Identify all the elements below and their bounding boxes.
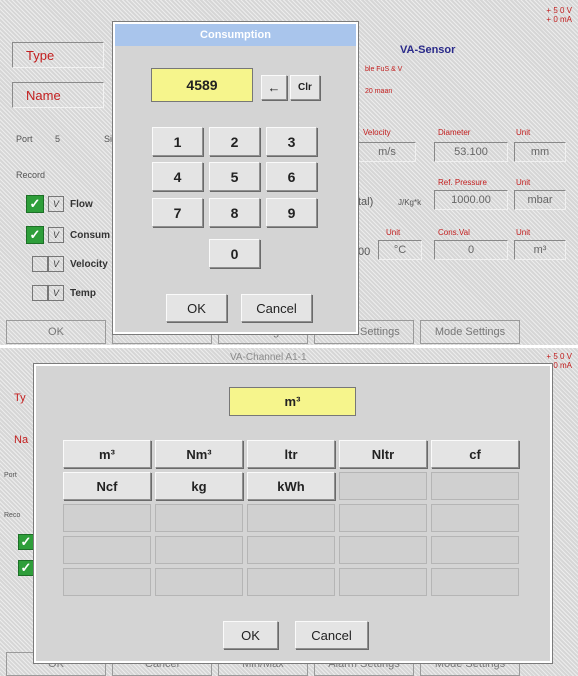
empty-unit-cell bbox=[63, 504, 151, 532]
ref-pressure-header: Ref. Pressure bbox=[438, 178, 487, 187]
ratio-unit: J/Kg*k bbox=[398, 198, 422, 207]
unit-header-4: Unit bbox=[516, 228, 531, 237]
empty-unit-cell bbox=[155, 568, 243, 596]
flow-label: Flow bbox=[70, 199, 93, 210]
key-0[interactable]: 0 bbox=[209, 239, 260, 268]
empty-unit-cell bbox=[431, 472, 519, 500]
port-label: Port bbox=[16, 134, 33, 144]
velocity-value-icon: V bbox=[48, 256, 64, 272]
port-extra: Si bbox=[104, 134, 113, 144]
empty-unit-cell bbox=[339, 504, 427, 532]
type-label-2: Ty bbox=[14, 392, 26, 404]
temp-value: 00 bbox=[358, 246, 371, 258]
type-sub: ble FuS & V bbox=[365, 66, 403, 73]
empty-unit-cell bbox=[63, 568, 151, 596]
key-5[interactable]: 5 bbox=[209, 162, 260, 191]
empty-unit-cell bbox=[431, 504, 519, 532]
unit-ltr-button[interactable]: ltr bbox=[247, 440, 335, 468]
unit-kwh-button[interactable]: kWh bbox=[247, 472, 335, 500]
temp-unit-field[interactable]: °C bbox=[378, 240, 422, 260]
diameter-unit-field[interactable]: mm bbox=[514, 142, 566, 162]
counter-field[interactable]: 0 bbox=[434, 240, 508, 260]
sensor-title: VA-Sensor bbox=[400, 44, 456, 56]
port-label-2: Port bbox=[4, 472, 17, 479]
velocity-unit-field[interactable]: m/s bbox=[358, 142, 416, 162]
empty-unit-cell bbox=[431, 536, 519, 564]
empty-unit-cell bbox=[247, 536, 335, 564]
unit-header-3: Unit bbox=[386, 228, 401, 237]
record-label-2: Reco bbox=[4, 512, 21, 519]
empty-unit-cell bbox=[247, 568, 335, 596]
cancel-button[interactable]: Cancel bbox=[241, 294, 312, 322]
consumption-checkbox[interactable]: ✓ bbox=[26, 226, 44, 244]
key-4[interactable]: 4 bbox=[152, 162, 203, 191]
temp-value-icon: V bbox=[48, 285, 64, 301]
key-1[interactable]: 1 bbox=[152, 127, 203, 156]
channel-settings-screen: VA-Channel A1-1 + 5 0 V + 0 mA Ty Na Port… bbox=[0, 348, 578, 676]
bg-ok-button[interactable]: OK bbox=[6, 320, 106, 344]
unit-nltr-button[interactable]: Nltr bbox=[339, 440, 427, 468]
port-value: 5 bbox=[55, 134, 61, 144]
name-label: Name bbox=[26, 88, 61, 103]
unit-header-2: Unit bbox=[516, 178, 531, 187]
temp-checkbox[interactable] bbox=[32, 285, 48, 301]
unit-nm3-button[interactable]: Nm³ bbox=[155, 440, 243, 468]
key-2[interactable]: 2 bbox=[209, 127, 260, 156]
pressure-unit-field[interactable]: mbar bbox=[514, 190, 566, 210]
velocity-label: Velocity bbox=[70, 259, 108, 270]
empty-unit-cell bbox=[339, 568, 427, 596]
temp-label: Temp bbox=[70, 288, 96, 299]
unit-cf-button[interactable]: cf bbox=[431, 440, 519, 468]
selected-unit-display: m³ bbox=[229, 387, 356, 416]
dialog-title: Consumption bbox=[115, 24, 356, 46]
flow-checkbox[interactable]: ✓ bbox=[26, 195, 44, 213]
key-6[interactable]: 6 bbox=[266, 162, 317, 191]
counter-header: Cons.Val bbox=[438, 228, 470, 237]
unit-select-dialog: m³ m³ Nm³ ltr Nltr cf Ncf kg kWh OK Canc… bbox=[33, 363, 553, 664]
unit-ncf-button[interactable]: Ncf bbox=[63, 472, 151, 500]
backspace-button[interactable]: ← bbox=[261, 75, 287, 100]
empty-unit-cell bbox=[431, 568, 519, 596]
sensor-settings-screen: VA-Sensor + 5 0 V + 0 mA Type ble FuS & V… bbox=[0, 0, 578, 345]
key-8[interactable]: 8 bbox=[209, 198, 260, 227]
empty-unit-cell bbox=[339, 472, 427, 500]
backspace-icon: ← bbox=[267, 80, 281, 95]
empty-unit-cell bbox=[155, 504, 243, 532]
bg-mode-settings-button[interactable]: Mode Settings bbox=[420, 320, 520, 344]
empty-unit-cell bbox=[63, 536, 151, 564]
consumption-label: Consum bbox=[70, 230, 110, 241]
key-7[interactable]: 7 bbox=[152, 198, 203, 227]
empty-unit-cell bbox=[247, 504, 335, 532]
record-label: Record bbox=[16, 170, 46, 180]
consumption-checkbox-2[interactable]: ✓ bbox=[18, 560, 34, 576]
channel-title: VA-Channel A1-1 bbox=[230, 352, 307, 363]
clear-button[interactable]: Clr bbox=[290, 75, 320, 100]
velocity-checkbox[interactable] bbox=[32, 256, 48, 272]
unit-kg-button[interactable]: kg bbox=[155, 472, 243, 500]
type-label: Type bbox=[26, 48, 55, 63]
voltage-readout: + 5 0 V + 0 mA bbox=[546, 6, 572, 24]
flow-value-icon: V bbox=[48, 196, 64, 212]
key-9[interactable]: 9 bbox=[266, 198, 317, 227]
unit-m3-button[interactable]: m³ bbox=[63, 440, 151, 468]
diameter-field[interactable]: 53.100 bbox=[434, 142, 508, 162]
name-sub: 20 maan bbox=[365, 88, 393, 95]
diameter-header: Diameter bbox=[438, 128, 471, 137]
velocity-header: Velocity bbox=[363, 128, 391, 137]
empty-unit-cell bbox=[155, 536, 243, 564]
consumption-input[interactable]: 4589 bbox=[151, 68, 253, 102]
ref-pressure-field[interactable]: 1000.00 bbox=[434, 190, 508, 210]
ratio-text: tal) bbox=[358, 196, 374, 208]
unit-ok-button[interactable]: OK bbox=[223, 621, 278, 649]
consumption-dialog: Consumption 4589 ← Clr 1 2 3 4 5 6 7 8 9… bbox=[112, 21, 359, 335]
consumption-value-icon: V bbox=[48, 227, 64, 243]
key-3[interactable]: 3 bbox=[266, 127, 317, 156]
unit-cancel-button[interactable]: Cancel bbox=[295, 621, 368, 649]
name-label-2: Na bbox=[14, 434, 29, 446]
counter-unit-field[interactable]: m³ bbox=[514, 240, 566, 260]
flow-checkbox-2[interactable]: ✓ bbox=[18, 534, 34, 550]
empty-unit-cell bbox=[339, 536, 427, 564]
ok-button[interactable]: OK bbox=[166, 294, 227, 322]
unit-header-1: Unit bbox=[516, 128, 531, 137]
